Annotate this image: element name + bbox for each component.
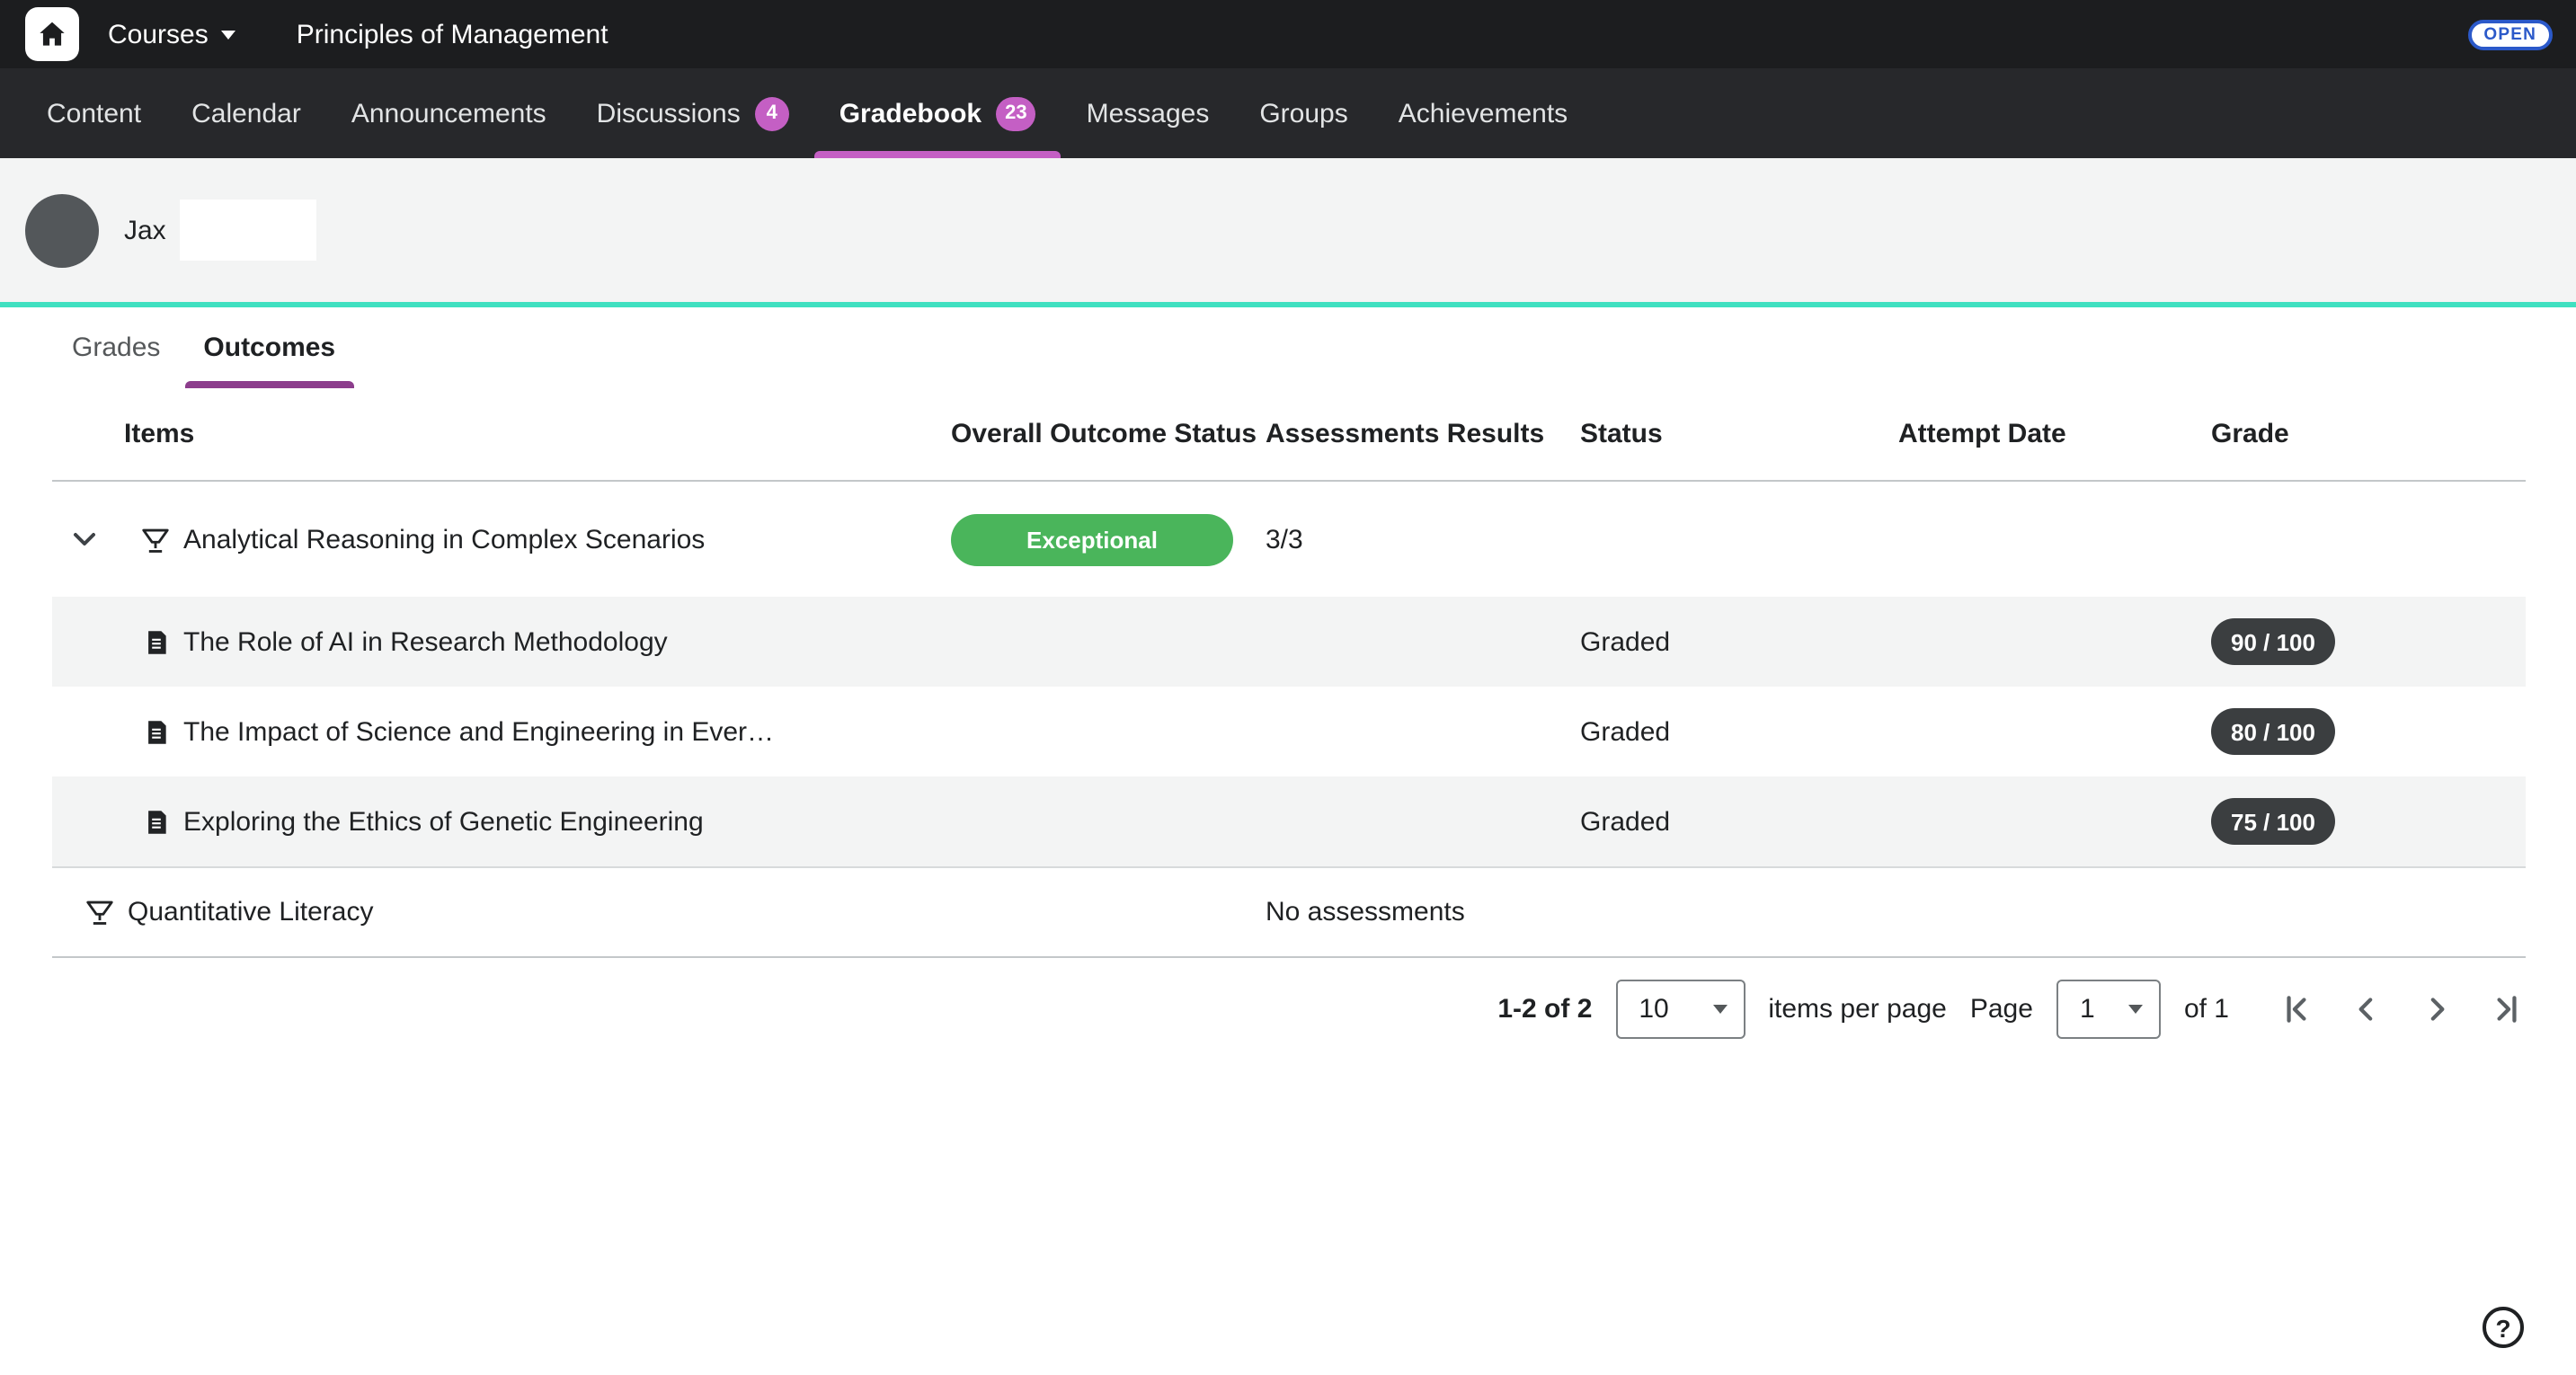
page-total-label: of 1 <box>2184 993 2229 1024</box>
assessment-status: Graded <box>1580 806 1898 837</box>
column-header-items: Items <box>52 419 951 449</box>
column-header-attempt-date: Attempt Date <box>1898 419 2211 449</box>
items-per-page-select[interactable]: 10 <box>1615 979 1745 1038</box>
nav-label: Calendar <box>191 98 301 129</box>
active-tab-underline <box>185 381 353 388</box>
last-page-button[interactable] <box>2486 989 2526 1028</box>
assessment-status: Graded <box>1580 626 1898 657</box>
nav-item-content[interactable]: Content <box>22 68 166 158</box>
home-icon <box>36 18 68 50</box>
help-icon: ? <box>2495 1313 2510 1342</box>
redacted-name-block <box>181 200 317 261</box>
nav-label: Discussions <box>597 98 741 129</box>
pagination-bar: 1-2 of 2 10 items per page Page 1 of 1 <box>0 976 2526 1041</box>
tab-grades[interactable]: Grades <box>54 307 178 388</box>
help-button[interactable]: ? <box>2483 1307 2524 1348</box>
student-header: Jax <box>0 158 2576 302</box>
courses-label: Courses <box>108 19 209 49</box>
chevron-right-icon <box>2419 991 2453 1025</box>
assessment-title: Exploring the Ethics of Genetic Engineer… <box>183 806 704 837</box>
assignment-icon <box>142 806 171 837</box>
collapse-outcome-button[interactable] <box>65 519 104 559</box>
column-header-status: Status <box>1580 419 1898 449</box>
page-number-value: 1 <box>2080 993 2095 1024</box>
next-page-button[interactable] <box>2416 989 2456 1028</box>
first-page-button[interactable] <box>2276 989 2315 1028</box>
grade-pill: 90 / 100 <box>2211 618 2335 665</box>
nav-item-discussions[interactable]: Discussions 4 <box>572 68 814 158</box>
open-status-badge: OPEN <box>2467 19 2553 49</box>
outcome-icon <box>84 897 115 927</box>
items-per-page-label: items per page <box>1768 993 1946 1024</box>
first-page-icon <box>2278 991 2313 1025</box>
outcome-row: Quantitative Literacy No assessments <box>52 866 2526 958</box>
assessment-title: The Impact of Science and Engineering in… <box>183 716 774 747</box>
assignment-icon <box>142 716 171 747</box>
student-name: Jax <box>124 215 166 245</box>
outcomes-table: Items Overall Outcome Status Assessments… <box>52 388 2526 958</box>
nav-label: Content <box>47 98 141 129</box>
nav-item-announcements[interactable]: Announcements <box>326 68 572 158</box>
chevron-down-icon <box>221 30 235 39</box>
active-tab-underline <box>814 151 1061 158</box>
courses-dropdown[interactable]: Courses <box>108 19 235 49</box>
items-per-page-value: 10 <box>1639 993 1668 1024</box>
column-header-grade: Grade <box>2211 419 2526 449</box>
assessment-status: Graded <box>1580 716 1898 747</box>
gradebook-count-badge: 23 <box>996 96 1036 130</box>
course-nav: Content Calendar Announcements Discussio… <box>0 68 2576 158</box>
page: Courses Principles of Management OPEN Co… <box>0 0 2576 1375</box>
tab-label: Grades <box>72 333 160 363</box>
assessments-results: No assessments <box>1266 897 1580 927</box>
assessments-results: 3/3 <box>1266 524 1580 554</box>
chevron-down-icon <box>2128 1004 2143 1013</box>
assessment-title: The Role of AI in Research Methodology <box>183 626 668 657</box>
nav-item-gradebook[interactable]: Gradebook 23 <box>814 68 1061 158</box>
last-page-icon <box>2489 991 2523 1025</box>
assessment-row: The Role of AI in Research Methodology G… <box>52 597 2526 687</box>
table-header-row: Items Overall Outcome Status Assessments… <box>52 388 2526 482</box>
nav-label: Groups <box>1259 98 1347 129</box>
assignment-icon <box>142 626 171 657</box>
previous-page-button[interactable] <box>2346 989 2385 1028</box>
nav-label: Gradebook <box>839 98 982 129</box>
nav-item-messages[interactable]: Messages <box>1061 68 1235 158</box>
nav-item-calendar[interactable]: Calendar <box>166 68 326 158</box>
grade-pill: 75 / 100 <box>2211 798 2335 845</box>
nav-item-achievements[interactable]: Achievements <box>1373 68 1593 158</box>
results-range: 1-2 of 2 <box>1497 993 1592 1024</box>
assessment-row: The Impact of Science and Engineering in… <box>52 687 2526 776</box>
chevron-down-icon <box>68 523 101 555</box>
chevron-down-icon <box>1712 1004 1727 1013</box>
tab-label: Outcomes <box>203 333 335 363</box>
page-number-select[interactable]: 1 <box>2056 979 2161 1038</box>
outcome-row: Analytical Reasoning in Complex Scenario… <box>52 482 2526 597</box>
grade-pill: 80 / 100 <box>2211 708 2335 755</box>
course-title: Principles of Management <box>297 19 608 49</box>
nav-label: Achievements <box>1399 98 1568 129</box>
gradebook-tabs: Grades Outcomes <box>0 307 2576 388</box>
outcome-icon <box>140 524 171 554</box>
top-bar: Courses Principles of Management OPEN <box>0 0 2576 68</box>
outcome-title: Analytical Reasoning in Complex Scenario… <box>183 524 705 554</box>
nav-label: Announcements <box>351 98 546 129</box>
nav-item-groups[interactable]: Groups <box>1234 68 1372 158</box>
avatar <box>25 193 99 267</box>
nav-label: Messages <box>1087 98 1210 129</box>
assessment-row: Exploring the Ethics of Genetic Engineer… <box>52 776 2526 866</box>
outcome-title: Quantitative Literacy <box>128 897 374 927</box>
column-header-results: Assessments Results <box>1266 419 1580 449</box>
pager-controls <box>2276 989 2526 1028</box>
discussions-count-badge: 4 <box>755 96 789 130</box>
page-label: Page <box>1970 993 2033 1024</box>
overall-status-pill: Exceptional <box>951 513 1233 565</box>
tab-outcomes[interactable]: Outcomes <box>185 307 353 388</box>
home-button[interactable] <box>25 7 79 61</box>
chevron-left-icon <box>2349 991 2383 1025</box>
column-header-overall-status: Overall Outcome Status <box>951 419 1266 449</box>
